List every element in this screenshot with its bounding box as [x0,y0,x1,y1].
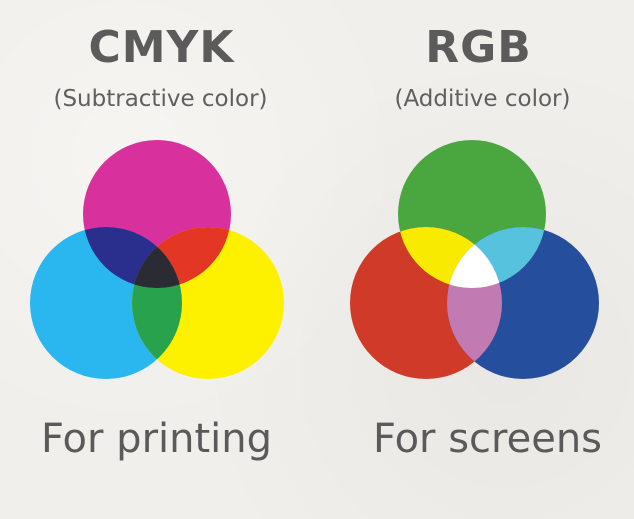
color-models-figure: CMYK (Subtractive color) For printing RG… [0,0,634,519]
cmyk-caption: For printing [40,416,273,462]
rgb-venn-diagram [317,140,634,400]
cmyk-panel: CMYK (Subtractive color) For printing [0,0,317,519]
rgb-subtitle: (Additive color) [394,86,571,112]
cmyk-venn-diagram [0,140,317,400]
rgb-caption: For screens [372,416,603,462]
cmyk-subtitle: (Subtractive color) [53,86,268,112]
rgb-panel: RGB (Additive color) For screens [317,0,634,519]
cmyk-title: CMYK [88,22,235,73]
rgb-title: RGB [425,22,532,73]
